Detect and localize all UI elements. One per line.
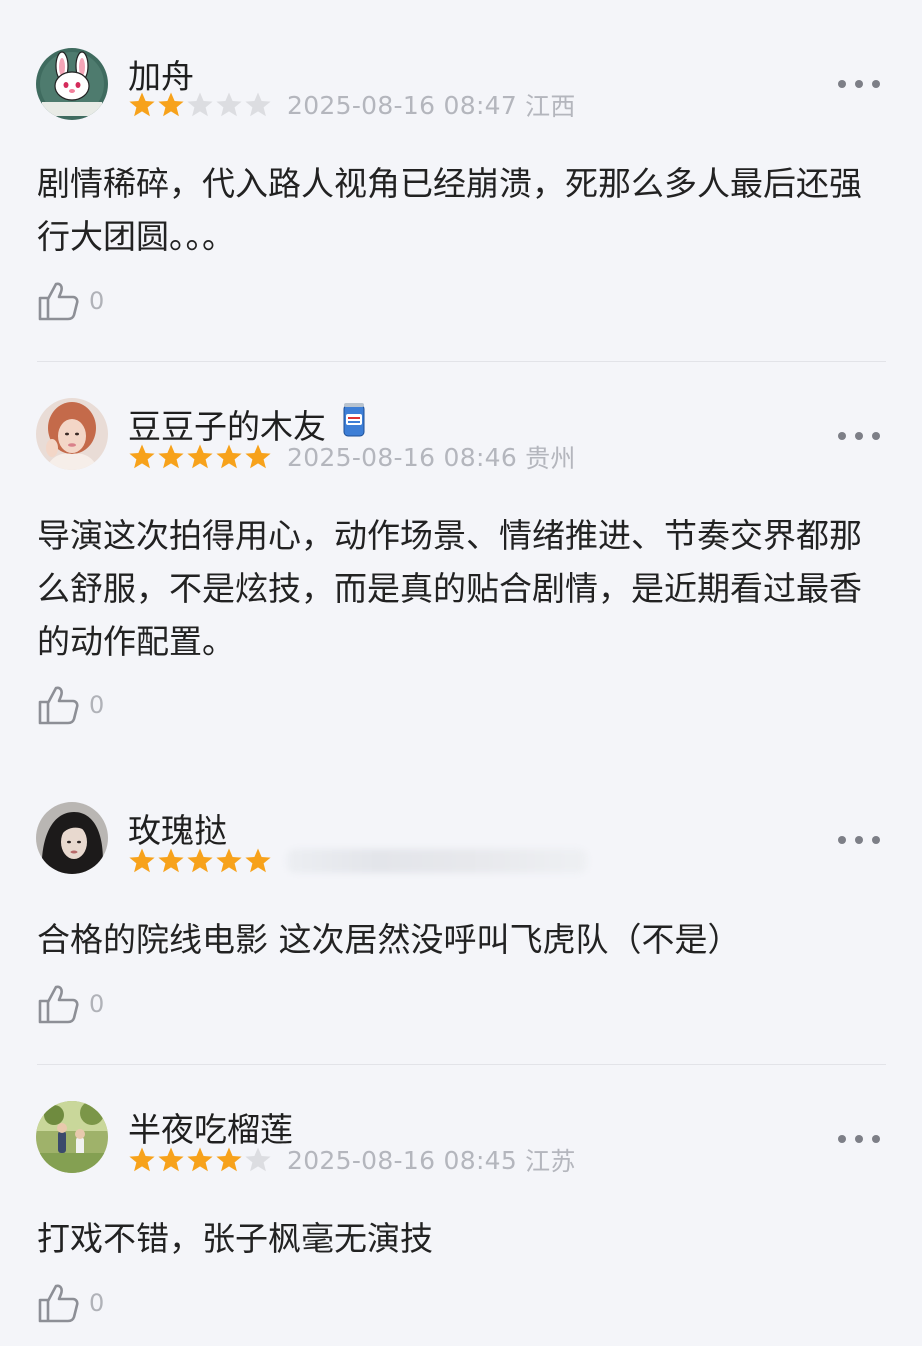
portrait-avatar-icon <box>36 398 108 470</box>
star-filled-icon <box>158 848 184 873</box>
star-filled-icon <box>187 444 213 469</box>
star-filled-icon <box>245 848 271 873</box>
comment-location: 江西 <box>525 92 576 121</box>
star-filled-icon <box>158 1147 184 1172</box>
rating-stars <box>128 91 273 119</box>
comment-meta: 2025-08-16 08:45 江苏 <box>128 1144 576 1176</box>
rating-stars <box>128 443 273 471</box>
star-empty-icon <box>245 1147 271 1172</box>
star-filled-icon <box>129 92 155 117</box>
more-options-button[interactable] <box>838 426 880 446</box>
star-filled-icon <box>158 92 184 117</box>
star-filled-icon <box>216 444 242 469</box>
thumbs-up-icon <box>38 686 79 725</box>
comment-date: 2025-08-16 08:47 <box>287 90 518 120</box>
can-icon <box>342 402 366 446</box>
avatar[interactable] <box>36 1101 108 1173</box>
comment-text: 合格的院线电影 这次居然没呼叫飞虎队（不是） <box>37 920 741 959</box>
rating-stars <box>128 847 273 875</box>
portrait-avatar-icon <box>36 802 108 874</box>
avatar[interactable] <box>36 48 108 120</box>
star-filled-icon <box>187 848 213 873</box>
like-button[interactable]: 0 <box>37 280 104 322</box>
thumbs-up-icon <box>38 1284 79 1323</box>
avatar[interactable] <box>36 398 108 470</box>
rating-stars <box>128 1146 273 1174</box>
star-filled-icon <box>245 444 271 469</box>
bunny-avatar-icon <box>36 48 108 120</box>
star-filled-icon <box>129 1147 155 1172</box>
comment-text: 剧情稀碎，代入路人视角已经崩溃，死那么多人最后还强行大团圆。。。 <box>37 164 862 256</box>
like-button[interactable]: 0 <box>37 684 104 726</box>
comment-text: 导演这次拍得用心，动作场景、情绪推进、节奏交界都那么舒服，不是炫技，而是真的贴合… <box>37 516 862 661</box>
star-empty-icon <box>245 92 271 117</box>
comment-meta <box>128 845 587 877</box>
comment-date: 2025-08-16 08:46 <box>287 442 518 472</box>
comment-location: 贵州 <box>525 444 576 473</box>
comment-date: 2025-08-16 08:45 <box>287 1145 518 1175</box>
more-options-button[interactable] <box>838 830 880 850</box>
star-filled-icon <box>216 1147 242 1172</box>
avatar[interactable] <box>36 802 108 874</box>
thumbs-up-icon <box>38 282 79 321</box>
divider <box>37 361 886 362</box>
thumbs-up-icon <box>38 985 79 1024</box>
star-filled-icon <box>129 444 155 469</box>
blurred-meta <box>287 849 587 873</box>
like-count: 0 <box>89 990 105 1018</box>
star-filled-icon <box>129 848 155 873</box>
like-button[interactable]: 0 <box>37 1282 104 1324</box>
star-empty-icon <box>187 92 213 117</box>
star-filled-icon <box>187 1147 213 1172</box>
comment-meta: 2025-08-16 08:46 贵州 <box>128 441 576 473</box>
comment-text: 打戏不错，张子枫毫无演技 <box>37 1219 433 1258</box>
like-count: 0 <box>89 691 105 719</box>
divider <box>37 1064 886 1065</box>
star-empty-icon <box>216 92 242 117</box>
comment-location: 江苏 <box>525 1147 576 1176</box>
more-options-button[interactable] <box>838 74 880 94</box>
comment-meta: 2025-08-16 08:47 江西 <box>128 89 576 121</box>
star-filled-icon <box>158 444 184 469</box>
more-options-button[interactable] <box>838 1129 880 1149</box>
outdoor-photo-avatar-icon <box>36 1101 108 1173</box>
like-count: 0 <box>89 287 105 315</box>
like-count: 0 <box>89 1289 105 1317</box>
star-filled-icon <box>216 848 242 873</box>
like-button[interactable]: 0 <box>37 983 104 1025</box>
